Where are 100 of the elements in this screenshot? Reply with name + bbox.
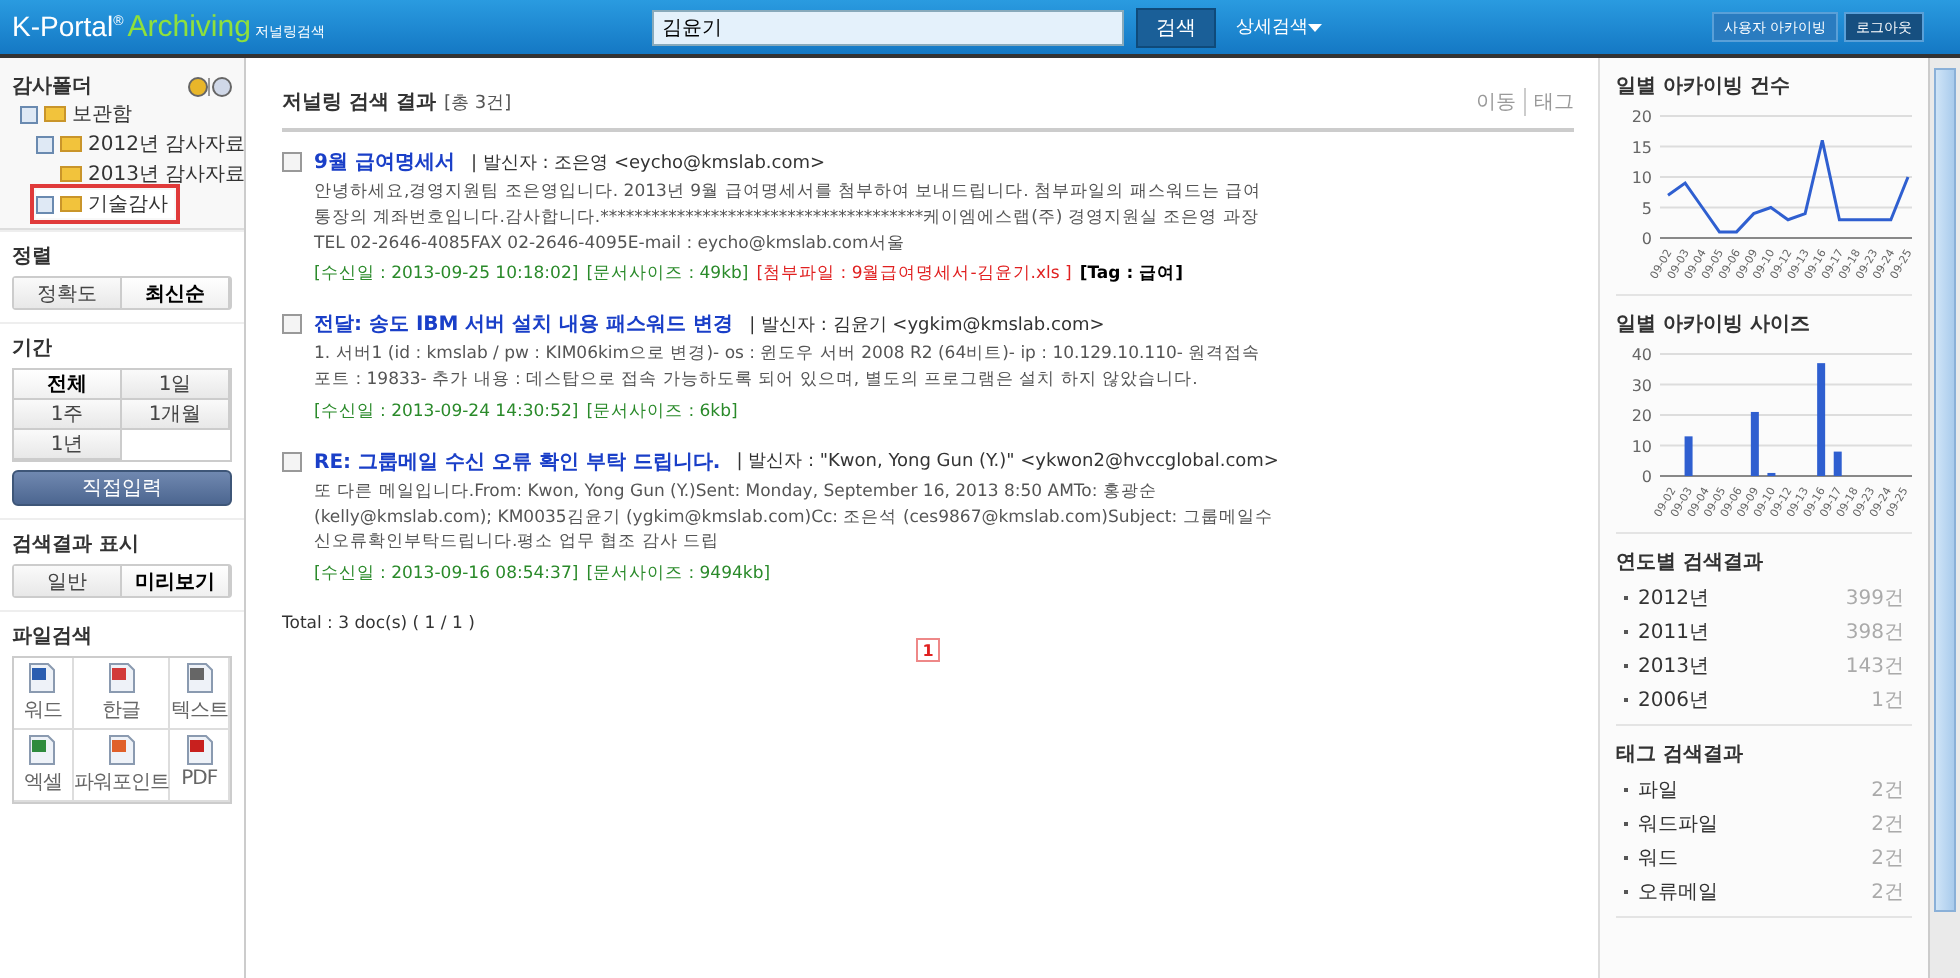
result-meta: [Tag : 급여] <box>1079 262 1183 287</box>
line-series <box>1666 138 1910 234</box>
period-option[interactable]: 1년 <box>14 430 122 460</box>
facet-link[interactable]: 2006년 <box>1638 686 1709 714</box>
result-snippet: 또 다른 메일입니다.From: Kwon, Yong Gun (Y.)Sent: Monday, September 16, 2013 8:50 AMTo: 홍광순 (kelly@kmslab.com); KM0035김윤기 (ygkim@kmslab.com)Cc: 조은석 (ces9867@kmslab.com)Subject: 그룹메일수신오류확인부탁드립니다.평소 업무 협조 감사 드립 <box>314 479 1274 556</box>
facet-link[interactable]: 오류메일 <box>1638 878 1719 906</box>
period-option[interactable]: 1개월 <box>122 400 230 430</box>
folder-item[interactable]: 2013년 감사자료 <box>36 160 252 188</box>
y-tick-label: 10 <box>1631 437 1653 456</box>
expand-icon[interactable] <box>36 195 54 213</box>
scrollbar-thumb[interactable] <box>1934 68 1956 912</box>
sort-option[interactable]: 최신순 <box>122 278 230 308</box>
scrollbar[interactable] <box>1928 58 1960 978</box>
folder-icon <box>44 106 66 122</box>
file-type-button[interactable]: 워드 <box>14 658 74 730</box>
checkbox[interactable] <box>282 451 302 472</box>
display-option[interactable]: 일반 <box>14 566 122 596</box>
facet-count: 2건 <box>1871 880 1905 906</box>
y-tick-label: 20 <box>1631 108 1653 126</box>
file-type-button[interactable]: 텍스트 <box>170 658 230 730</box>
period-option[interactable]: 1주 <box>14 400 122 430</box>
document-icon <box>185 662 214 694</box>
y-tick-label: 40 <box>1631 346 1653 364</box>
total-count: Total : 3 doc(s) ( 1 / 1 ) <box>282 614 477 634</box>
document-icon <box>28 662 57 694</box>
y-tick-label: 15 <box>1631 138 1653 157</box>
bar <box>1750 411 1759 476</box>
y-tick-label: 0 <box>1641 468 1653 486</box>
folder-item[interactable]: 보관함 <box>20 100 138 128</box>
chart-title: 일별 아카이빙 건수 <box>1616 74 1792 100</box>
section-title: 정렬 <box>12 244 54 270</box>
sort-option[interactable]: 정확도 <box>14 278 122 308</box>
result-meta: [문서사이즈 : 9494kb] <box>586 562 771 586</box>
facet-link[interactable]: 워드 <box>1638 844 1679 872</box>
search-field[interactable]: 김윤기 <box>652 9 1124 45</box>
result-meta: [문서사이즈 : 49kb] <box>586 262 749 287</box>
facet-count: 398건 <box>1845 620 1905 646</box>
section-title: 연도별 검색결과 <box>1616 550 1765 576</box>
section-title: 기간 <box>12 336 54 362</box>
result-meta: [문서사이즈 : 6kb] <box>586 399 738 424</box>
section-title: 파일검색 <box>12 624 94 650</box>
result-meta: [수신일 : 2013-09-25 10:18:02] <box>314 262 579 287</box>
checkbox[interactable] <box>282 152 302 172</box>
facet-link[interactable]: 2011년 <box>1638 618 1709 646</box>
facet-link[interactable]: 2013년 <box>1638 652 1709 680</box>
file-type-button[interactable]: 한글 <box>73 658 171 730</box>
period-option[interactable]: 전체 <box>14 370 122 400</box>
y-tick-label: 0 <box>1641 230 1653 248</box>
panel-title: 감사폴더 <box>12 74 92 100</box>
bar <box>1817 363 1826 476</box>
brand-name: K-Portal$^{®}$ <box>12 10 124 42</box>
custom-date-button[interactable]: 직접입력 <box>12 470 232 506</box>
page-link[interactable]: 1 <box>916 638 940 662</box>
result-meta: [수신일 : 2013-09-24 14:30:52] <box>314 399 579 424</box>
facet-link[interactable]: 2012년 <box>1638 584 1709 612</box>
result-title-link[interactable]: RE: 그룹메일 수신 오류 확인 부탁 드립니다. <box>310 447 729 476</box>
folder-item[interactable]: 기술감사 <box>36 190 174 218</box>
result-meta: [수신일 : 2013-09-16 08:54:37] <box>314 562 579 586</box>
result-title-link[interactable]: 9월 급여명세서 <box>310 148 463 176</box>
advanced-search-link[interactable]: 상세검색 <box>1228 14 1330 40</box>
display-option[interactable]: 미리보기 <box>122 566 230 596</box>
result-snippet: 1. 서버1 (id : kmslab / pw : KIM06kim으로 변경)- os : 윈도우 서버 2008 R2 (64비트)- ip : 10.129.10.110- 원격접속포트 : 19833- 추가 내용 : 데스탑으로 접속 가능하도록 되어 있으며, 별도의 프로그램은 설치 하지 않았습니다. <box>314 342 1263 394</box>
folder-tool-icon[interactable] <box>188 75 232 97</box>
facet-count: 2건 <box>1871 778 1905 804</box>
facet-link[interactable]: 파일 <box>1638 776 1679 804</box>
facet-count: 143건 <box>1845 654 1905 680</box>
y-tick-label: 5 <box>1641 199 1653 218</box>
sender-text: | 발신자 : 조은영 <eycho@kmslab.com> <box>470 151 826 175</box>
document-icon <box>185 734 214 766</box>
facet-count: 2건 <box>1871 846 1905 872</box>
chart-title: 일별 아카이빙 사이즈 <box>1616 312 1812 338</box>
section-title: 검색결과 표시 <box>12 532 141 558</box>
facet-link[interactable]: 워드파일 <box>1638 810 1719 838</box>
y-tick-label: 30 <box>1631 376 1653 395</box>
sender-text: | 발신자 : 김윤기 <ygkim@kmslab.com> <box>749 313 1105 338</box>
result-snippet: 안녕하세요,경영지원팀 조은영입니다. 2013년 9월 급여명세서를 첨부하여 보내드립니다. 첨부파일의 패스워드는 급여통장의 계좌번호입니다.감사합니다.**************************************케이엠에스랩(주) 경영지원실 조은영 과장TEL 02-2646-4085FAX 02-2646-4095E-mail : eycho@kmslab.com서울 <box>314 180 1263 257</box>
facet-count: 2건 <box>1871 812 1905 838</box>
folder-icon <box>60 196 82 212</box>
file-type-button[interactable]: 엑셀 <box>14 730 74 802</box>
facet-count: 399건 <box>1845 586 1905 612</box>
file-type-button[interactable]: PDF <box>170 730 230 802</box>
file-type-button[interactable]: 파워포인트 <box>73 730 171 802</box>
y-tick-label: 20 <box>1631 407 1653 425</box>
section-title: 태그 검색결과 <box>1616 742 1745 768</box>
facet-count: 1건 <box>1871 688 1905 714</box>
period-option[interactable]: 1일 <box>122 370 230 400</box>
bar <box>1684 436 1693 476</box>
document-icon <box>28 734 57 766</box>
result-meta: [첨부파일 : 9월급여명세서-김윤기.xls ] <box>756 262 1072 287</box>
results-count: [총 3건] <box>443 92 512 116</box>
results-title: 저널링 검색 결과 <box>282 90 436 116</box>
bar <box>1833 451 1842 476</box>
caret-icon <box>1308 24 1322 32</box>
document-icon <box>107 662 135 694</box>
folder-item[interactable]: 2012년 감사자료 <box>36 130 252 158</box>
search-button[interactable]: 검색 <box>1136 7 1216 47</box>
result-title-link[interactable]: 전달: 송도 IBM 서버 설치 내용 패스워드 변경 <box>310 310 742 339</box>
checkbox[interactable] <box>282 314 302 335</box>
sender-text: | 발신자 : "Kwon, Yong Gun (Y.)" <ykwon2@hvccglobal.com> <box>736 450 1279 475</box>
y-tick-label: 10 <box>1631 169 1653 187</box>
